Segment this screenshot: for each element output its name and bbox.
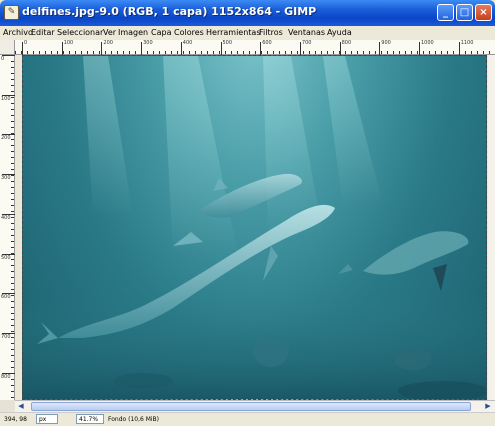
menu-herramientas[interactable]: Herramientas xyxy=(206,26,261,40)
menu-capa[interactable]: Capa xyxy=(151,26,171,40)
image-canvas[interactable] xyxy=(22,55,487,400)
minimize-button[interactable]: _ xyxy=(437,4,454,21)
ruler-label: 200 xyxy=(103,40,113,46)
ruler-label: 600 xyxy=(1,294,11,301)
ruler-tick xyxy=(141,42,143,55)
menu-filtros[interactable]: Filtros xyxy=(259,26,283,40)
ruler-tick xyxy=(419,42,420,55)
horizontal-scroll-thumb[interactable] xyxy=(31,402,471,411)
ruler-label: 100 xyxy=(1,95,11,102)
light-ray xyxy=(323,56,383,206)
menu-imagen[interactable]: Imagen xyxy=(118,26,148,40)
ruler-tick xyxy=(101,42,103,55)
ruler-label: 500 xyxy=(222,40,233,46)
maximize-button[interactable]: □ xyxy=(456,4,473,21)
window-title: delfines.jpg-9.0 (RGB, 1 capa) 1152x864 … xyxy=(22,5,317,18)
pointer-coordinates: 394, 98 xyxy=(4,416,27,423)
ruler-label: 800 xyxy=(1,373,11,380)
vertical-ruler[interactable]: 0 100 200 300 400 500 600 700 800 xyxy=(0,55,15,400)
ruler-tick xyxy=(61,42,63,55)
menu-colores[interactable]: Colores xyxy=(174,26,204,40)
horizontal-ruler[interactable]: 0 100 200 300 400 500 600 700 800 900 1000 1100 xyxy=(15,40,495,55)
ruler-label: 600 xyxy=(262,40,272,46)
menu-ventanas[interactable]: Ventanas xyxy=(288,26,325,40)
menu-bar: Archivo Editar Seleccionar Ver Imagen Ca… xyxy=(0,26,495,40)
ruler-label: 700 xyxy=(1,333,11,340)
ruler-tick xyxy=(220,42,222,55)
ruler-tick xyxy=(379,42,381,55)
ruler-label: 700 xyxy=(301,40,312,46)
ruler-label: 500 xyxy=(1,254,11,261)
ruler-tick xyxy=(458,42,460,55)
scroll-right-arrow[interactable]: ▶ xyxy=(482,401,494,412)
quick-mask-toggle[interactable] xyxy=(0,400,15,412)
ruler-corner[interactable] xyxy=(0,40,15,55)
vertical-scrollbar[interactable] xyxy=(488,55,495,400)
title-bar[interactable]: ✎ delfines.jpg-9.0 (RGB, 1 capa) 1152x86… xyxy=(0,0,495,26)
dolphins-image xyxy=(23,56,486,399)
horizontal-scrollbar[interactable]: ◀ ▶ xyxy=(15,400,495,412)
ruler-label: 1000 xyxy=(421,40,434,46)
ruler-label: 0 xyxy=(24,40,28,46)
ruler-label: 200 xyxy=(1,135,11,142)
light-ray xyxy=(163,56,238,256)
ruler-label: 800 xyxy=(341,40,352,46)
menu-archivo[interactable]: Archivo xyxy=(3,26,33,40)
ruler-label: 400 xyxy=(182,40,193,46)
ruler-label: 400 xyxy=(1,214,11,221)
scroll-left-arrow[interactable]: ◀ xyxy=(15,401,27,412)
zoom-selector[interactable]: 41.7% xyxy=(76,414,104,424)
menu-ver[interactable]: Ver xyxy=(103,26,116,40)
light-ray xyxy=(83,56,133,216)
menu-ayuda[interactable]: Ayuda xyxy=(327,26,352,40)
ruler-tick xyxy=(299,42,301,55)
coral-rock xyxy=(253,335,289,367)
ruler-tick xyxy=(260,42,262,55)
ruler-label: 300 xyxy=(143,40,153,46)
close-button[interactable]: × xyxy=(475,4,492,21)
status-bar: 394, 98 px 41.7% Fondo (10,6 MiB) xyxy=(0,412,495,425)
dolphin-right-tail xyxy=(338,264,353,274)
dolphin-right-flipper xyxy=(433,264,447,291)
ruler-tick xyxy=(22,42,23,55)
ruler-tick xyxy=(180,42,182,55)
menu-editar[interactable]: Editar xyxy=(31,26,55,40)
dolphin-right xyxy=(363,231,469,275)
ruler-label: 1100 xyxy=(460,40,474,46)
menu-seleccionar[interactable]: Seleccionar xyxy=(57,26,103,40)
unit-selector[interactable]: px xyxy=(36,414,58,424)
ruler-label: 300 xyxy=(1,175,11,182)
floor-rock xyxy=(113,373,173,389)
ruler-label: 0 xyxy=(1,56,5,62)
dolphin-main-flipper xyxy=(263,246,278,281)
gimp-icon[interactable]: ✎ xyxy=(4,5,19,20)
ruler-tick xyxy=(339,42,341,55)
ruler-label: 100 xyxy=(63,40,74,46)
ruler-label: 900 xyxy=(381,40,391,46)
layer-info: Fondo (10,6 MiB) xyxy=(108,416,160,423)
